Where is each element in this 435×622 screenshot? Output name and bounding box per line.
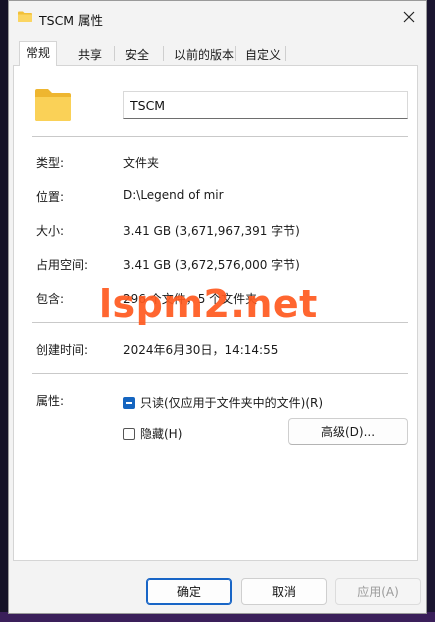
divider bbox=[32, 136, 408, 137]
tab-previous-versions[interactable]: 以前的版本 bbox=[167, 43, 241, 65]
created-value: 2024年6月30日，14:14:55 bbox=[123, 343, 279, 357]
folder-icon bbox=[35, 89, 71, 121]
window-title: TSCM 属性 bbox=[39, 13, 104, 28]
readonly-checkbox-row[interactable]: 只读(仅应用于文件夹中的文件)(R) bbox=[123, 394, 323, 411]
hidden-checkbox[interactable] bbox=[123, 427, 135, 440]
tab-separator bbox=[163, 46, 164, 61]
tab-general[interactable]: 常规 bbox=[19, 41, 58, 66]
title-bar[interactable]: TSCM 属性 bbox=[9, 1, 426, 35]
apply-button[interactable]: 应用(A) bbox=[335, 578, 421, 605]
close-button[interactable] bbox=[396, 5, 422, 29]
cancel-button[interactable]: 取消 bbox=[241, 578, 327, 605]
advanced-button[interactable]: 高级(D)... bbox=[288, 418, 408, 445]
location-value: D:\Legend of mir bbox=[123, 188, 224, 202]
tab-separator bbox=[235, 46, 236, 61]
type-label: 类型: bbox=[36, 156, 65, 170]
hidden-label: 隐藏(H) bbox=[140, 427, 183, 441]
size-label: 大小: bbox=[36, 224, 65, 238]
attributes-label: 属性: bbox=[36, 394, 65, 408]
disk-size-label: 占用空间: bbox=[36, 258, 89, 272]
disk-size-value: 3.41 GB (3,672,576,000 字节) bbox=[123, 258, 300, 272]
divider bbox=[32, 373, 408, 374]
folder-name-input[interactable] bbox=[123, 91, 408, 119]
readonly-checkbox[interactable] bbox=[123, 396, 135, 409]
tab-security[interactable]: 安全 bbox=[118, 43, 156, 65]
size-value: 3.41 GB (3,671,967,391 字节) bbox=[123, 224, 300, 238]
created-label: 创建时间: bbox=[36, 343, 89, 357]
ok-button[interactable]: 确定 bbox=[146, 578, 232, 605]
location-label: 位置: bbox=[36, 190, 65, 204]
watermark-text: lspm2.net bbox=[99, 282, 318, 326]
type-value: 文件夹 bbox=[123, 156, 160, 170]
tab-sharing[interactable]: 共享 bbox=[71, 43, 109, 65]
tab-separator bbox=[285, 46, 286, 61]
readonly-label: 只读(仅应用于文件夹中的文件)(R) bbox=[140, 396, 324, 410]
tab-strip: 常规 共享 安全 以前的版本 自定义 bbox=[13, 41, 413, 66]
hidden-checkbox-row[interactable]: 隐藏(H) bbox=[123, 425, 182, 442]
contains-label: 包含: bbox=[36, 292, 65, 306]
folder-icon bbox=[18, 11, 32, 22]
tab-customize[interactable]: 自定义 bbox=[238, 43, 288, 65]
close-icon bbox=[403, 11, 415, 23]
tab-separator bbox=[114, 46, 115, 61]
